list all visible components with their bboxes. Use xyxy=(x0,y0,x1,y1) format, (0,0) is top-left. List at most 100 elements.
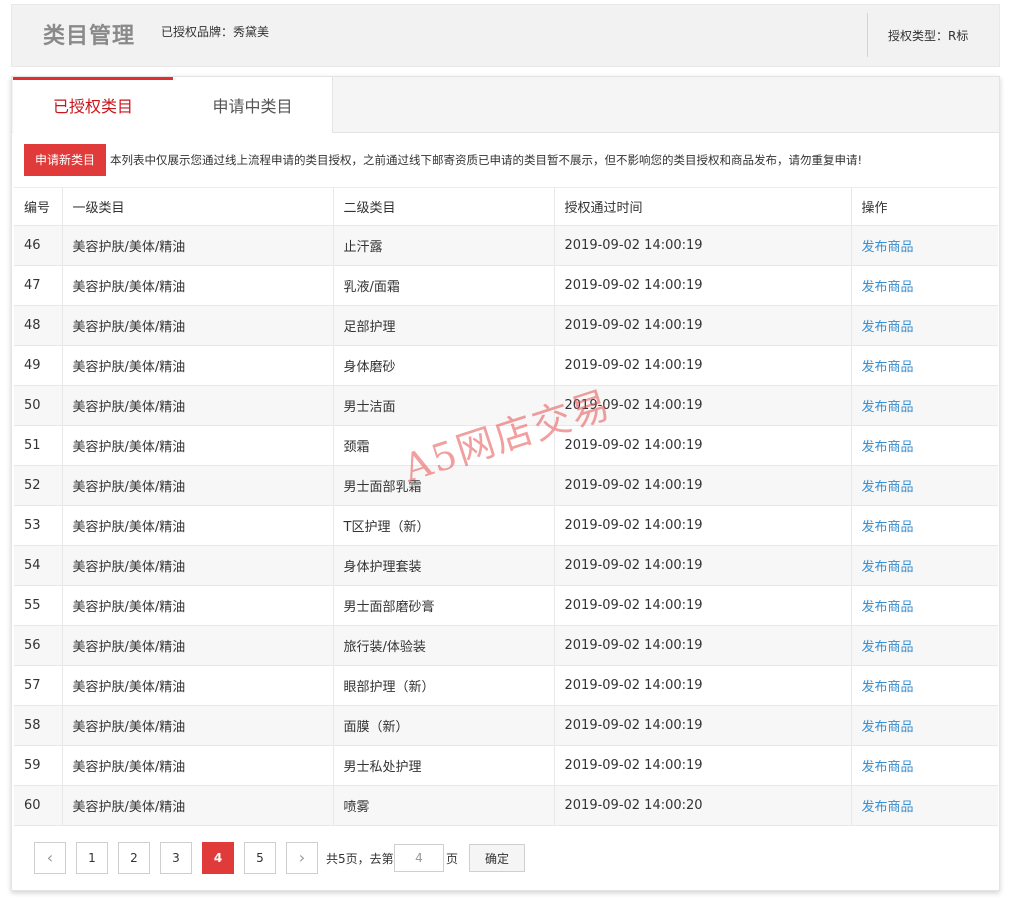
cell-time: 2019-09-02 14:00:19 xyxy=(554,225,852,266)
page-button-1[interactable]: 1 xyxy=(76,842,108,874)
cell-time: 2019-09-02 14:00:19 xyxy=(554,345,852,386)
cell-level1: 美容护肤/美体/精油 xyxy=(62,265,334,306)
cell-level1: 美容护肤/美体/精油 xyxy=(62,785,334,826)
column-header-level1: 一级类目 xyxy=(62,187,334,226)
table-row: 54 美容护肤/美体/精油 身体护理套装 2019-09-02 14:00:19 发布商… xyxy=(14,545,998,586)
table-row: 51 美容护肤/美体/精油 颈霜 2019-09-02 14:00:19 发布商品 xyxy=(14,425,998,466)
tab-bar: 已授权类目 申请中类目 xyxy=(12,77,999,134)
publish-product-link[interactable]: 发布商品 xyxy=(862,440,914,455)
table-row: 59 美容护肤/美体/精油 男士私处护理 2019-09-02 14:00:19 发布商… xyxy=(14,745,998,786)
table-row: 50 美容护肤/美体/精油 男士洁面 2019-09-02 14:00:19 发布商品 xyxy=(14,385,998,426)
cell-action: 发布商品 xyxy=(851,225,998,266)
table-row: 46 美容护肤/美体/精油 止汗露 2019-09-02 14:00:19 发布商品 xyxy=(14,225,998,266)
cell-action: 发布商品 xyxy=(851,665,998,706)
table-row: 56 美容护肤/美体/精油 旅行装/体验装 2019-09-02 14:00:19 发布… xyxy=(14,625,998,666)
total-pages-text: 共5页，去第 xyxy=(326,852,394,866)
column-header-action: 操作 xyxy=(851,187,998,226)
cell-time: 2019-09-02 14:00:19 xyxy=(554,545,852,586)
cell-level2: 眼部护理（新） xyxy=(333,665,555,706)
next-page-button[interactable]: › xyxy=(286,842,318,874)
cell-id: 46 xyxy=(14,225,63,266)
cell-time: 2019-09-02 14:00:19 xyxy=(554,625,852,666)
cell-level1: 美容护肤/美体/精油 xyxy=(62,385,334,426)
cell-action: 发布商品 xyxy=(851,705,998,746)
publish-product-link[interactable]: 发布商品 xyxy=(862,520,914,535)
publish-product-link[interactable]: 发布商品 xyxy=(862,640,914,655)
cell-level2: T区护理（新） xyxy=(333,505,555,546)
cell-action: 发布商品 xyxy=(851,505,998,546)
cell-id: 47 xyxy=(14,265,63,306)
publish-product-link[interactable]: 发布商品 xyxy=(862,400,914,415)
page-header: 类目管理 已授权品牌：秀黛美 授权类型：R标 xyxy=(11,4,1000,67)
category-table-wrap: 编号 一级类目 二级类目 授权通过时间 操作 46 美容护肤/美体/精油 止汗露 20… xyxy=(14,187,998,826)
goto-confirm-button[interactable]: 确定 xyxy=(469,844,525,872)
cell-level2: 男士面部乳霜 xyxy=(333,465,555,506)
page-button-5[interactable]: 5 xyxy=(244,842,276,874)
column-header-time: 授权通过时间 xyxy=(554,187,852,226)
cell-level2: 男士面部磨砂膏 xyxy=(333,585,555,626)
cell-id: 51 xyxy=(14,425,63,466)
page-button-2[interactable]: 2 xyxy=(118,842,150,874)
cell-time: 2019-09-02 14:00:19 xyxy=(554,385,852,426)
category-table: 编号 一级类目 二级类目 授权通过时间 操作 46 美容护肤/美体/精油 止汗露 20… xyxy=(14,187,998,826)
cell-action: 发布商品 xyxy=(851,745,998,786)
cell-time: 2019-09-02 14:00:19 xyxy=(554,425,852,466)
cell-level1: 美容护肤/美体/精油 xyxy=(62,305,334,346)
table-row: 55 美容护肤/美体/精油 男士面部磨砂膏 2019-09-02 14:00:19 发布… xyxy=(14,585,998,626)
cell-time: 2019-09-02 14:00:19 xyxy=(554,265,852,306)
publish-product-link[interactable]: 发布商品 xyxy=(862,800,914,815)
table-row: 60 美容护肤/美体/精油 喷雾 2019-09-02 14:00:20 发布商品 xyxy=(14,785,998,826)
auth-type: 授权类型：R标 xyxy=(888,29,969,43)
publish-product-link[interactable]: 发布商品 xyxy=(862,360,914,375)
table-row: 48 美容护肤/美体/精油 足部护理 2019-09-02 14:00:19 发布商品 xyxy=(14,305,998,346)
cell-id: 50 xyxy=(14,385,63,426)
apply-new-category-button[interactable]: 申请新类目 xyxy=(24,144,106,176)
publish-product-link[interactable]: 发布商品 xyxy=(862,480,914,495)
cell-id: 59 xyxy=(14,745,63,786)
pagination: ‹ 1 2 3 4 5 › 共5页，去第 页 确定 xyxy=(34,842,994,874)
category-panel: 已授权类目 申请中类目 申请新类目 本列表中仅展示您通过线上流程申请的类目授权，… xyxy=(11,76,1000,891)
publish-product-link[interactable]: 发布商品 xyxy=(862,720,914,735)
table-row: 58 美容护肤/美体/精油 面膜（新） 2019-09-02 14:00:19 发布商品 xyxy=(14,705,998,746)
cell-action: 发布商品 xyxy=(851,385,998,426)
cell-action: 发布商品 xyxy=(851,345,998,386)
cell-level2: 身体磨砂 xyxy=(333,345,555,386)
authorized-brand: 已授权品牌：秀黛美 xyxy=(161,25,270,39)
cell-level1: 美容护肤/美体/精油 xyxy=(62,505,334,546)
table-row: 53 美容护肤/美体/精油 T区护理（新） 2019-09-02 14:00:19 发布… xyxy=(14,505,998,546)
cell-action: 发布商品 xyxy=(851,625,998,666)
publish-product-link[interactable]: 发布商品 xyxy=(862,760,914,775)
tab-authorized-categories[interactable]: 已授权类目 xyxy=(13,77,173,134)
cell-id: 57 xyxy=(14,665,63,706)
cell-time: 2019-09-02 14:00:19 xyxy=(554,745,852,786)
publish-product-link[interactable]: 发布商品 xyxy=(862,320,914,335)
prev-page-button[interactable]: ‹ xyxy=(34,842,66,874)
cell-time: 2019-09-02 14:00:20 xyxy=(554,785,852,826)
cell-level2: 面膜（新） xyxy=(333,705,555,746)
table-body: 46 美容护肤/美体/精油 止汗露 2019-09-02 14:00:19 发布商品 47… xyxy=(14,225,998,826)
cell-level1: 美容护肤/美体/精油 xyxy=(62,705,334,746)
publish-product-link[interactable]: 发布商品 xyxy=(862,280,914,295)
publish-product-link[interactable]: 发布商品 xyxy=(862,560,914,575)
tab-pending-categories[interactable]: 申请中类目 xyxy=(173,77,333,133)
cell-id: 54 xyxy=(14,545,63,586)
cell-level1: 美容护肤/美体/精油 xyxy=(62,465,334,506)
publish-product-link[interactable]: 发布商品 xyxy=(862,680,914,695)
cell-action: 发布商品 xyxy=(851,265,998,306)
publish-product-link[interactable]: 发布商品 xyxy=(862,600,914,615)
goto-page-input[interactable] xyxy=(394,844,444,872)
table-header-row: 编号 一级类目 二级类目 授权通过时间 操作 xyxy=(14,187,998,226)
table-row: 52 美容护肤/美体/精油 男士面部乳霜 2019-09-02 14:00:19 发布商… xyxy=(14,465,998,506)
cell-time: 2019-09-02 14:00:19 xyxy=(554,305,852,346)
cell-level2: 乳液/面霜 xyxy=(333,265,555,306)
publish-product-link[interactable]: 发布商品 xyxy=(862,240,914,255)
cell-time: 2019-09-02 14:00:19 xyxy=(554,505,852,546)
table-row: 47 美容护肤/美体/精油 乳液/面霜 2019-09-02 14:00:19 发布商品 xyxy=(14,265,998,306)
page-button-4-current[interactable]: 4 xyxy=(202,842,234,874)
page-button-3[interactable]: 3 xyxy=(160,842,192,874)
cell-level2: 颈霜 xyxy=(333,425,555,466)
cell-action: 发布商品 xyxy=(851,305,998,346)
cell-id: 53 xyxy=(14,505,63,546)
cell-id: 52 xyxy=(14,465,63,506)
cell-level2: 止汗露 xyxy=(333,225,555,266)
